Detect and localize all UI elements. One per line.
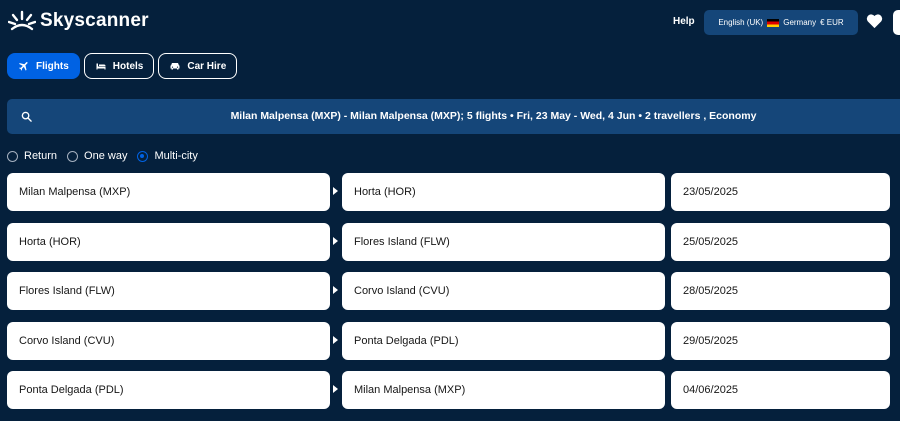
from-field[interactable]: Horta (HOR)	[7, 222, 330, 261]
bed-icon	[96, 63, 106, 70]
tab-label: Car Hire	[187, 60, 227, 72]
date-field[interactable]: 25/05/2025	[671, 222, 890, 261]
radio-one-way[interactable]: One way	[67, 150, 127, 162]
search-summary-text: Milan Malpensa (MXP) - Milan Malpensa (M…	[230, 110, 757, 122]
brand-name: Skyscanner	[40, 10, 149, 31]
from-field[interactable]: Flores Island (FLW)	[7, 272, 330, 310]
date-field[interactable]: 23/05/2025	[671, 173, 890, 211]
from-field[interactable]: Ponta Delgada (PDL)	[7, 371, 330, 409]
tab-label: Hotels	[112, 60, 144, 72]
date-field[interactable]: 04/06/2025	[671, 371, 890, 409]
radio-label: Multi-city	[154, 150, 198, 162]
country-label: Germany	[783, 18, 817, 27]
to-field[interactable]: Milan Malpensa (MXP)	[342, 371, 665, 409]
radio-multi-city[interactable]: Multi-city	[137, 150, 198, 162]
tab-label: Flights	[36, 60, 69, 72]
heart-icon[interactable]	[866, 13, 883, 34]
top-header: Skyscanner Help English (UK) Germany € E…	[0, 0, 900, 45]
to-field[interactable]: Corvo Island (CVU)	[342, 272, 665, 310]
radio-return[interactable]: Return	[7, 150, 57, 162]
plane-icon	[19, 62, 28, 71]
multi-city-legs: Milan Malpensa (MXP) Horta (HOR) 23/05/2…	[7, 173, 900, 421]
vertical-tabs: Flights Hotels Car Hire	[7, 53, 238, 79]
radio-label: Return	[24, 150, 58, 162]
radio-indicator	[137, 150, 149, 162]
arrow-right-icon	[333, 286, 338, 294]
login-button[interactable]	[893, 10, 900, 35]
arrow-right-icon	[333, 385, 338, 393]
search-summary-bar[interactable]: Milan Malpensa (MXP) - Milan Malpensa (M…	[7, 99, 900, 134]
from-field[interactable]: Corvo Island (CVU)	[7, 321, 330, 360]
flight-leg-2: Horta (HOR) Flores Island (FLW) 25/05/20…	[7, 222, 900, 261]
car-icon	[170, 63, 180, 70]
trip-type-selector: Return One way Multi-city	[7, 150, 208, 162]
radio-indicator	[67, 150, 79, 162]
arrow-right-icon	[333, 335, 338, 344]
to-field[interactable]: Flores Island (FLW)	[342, 222, 665, 261]
to-field[interactable]: Ponta Delgada (PDL)	[342, 321, 665, 360]
flight-leg-4: Corvo Island (CVU) Ponta Delgada (PDL) 2…	[7, 321, 900, 360]
radio-label: One way	[84, 150, 128, 162]
flight-leg-5: Ponta Delgada (PDL) Milan Malpensa (MXP)…	[7, 371, 900, 409]
sunrise-logo-icon	[8, 10, 36, 31]
germany-flag-icon	[767, 18, 780, 27]
from-field[interactable]: Milan Malpensa (MXP)	[7, 173, 330, 211]
flight-leg-1: Milan Malpensa (MXP) Horta (HOR) 23/05/2…	[7, 173, 900, 211]
help-link[interactable]: Help	[673, 16, 695, 27]
to-field[interactable]: Horta (HOR)	[342, 173, 665, 211]
date-field[interactable]: 29/05/2025	[671, 321, 890, 360]
tab-flights[interactable]: Flights	[7, 53, 80, 79]
tab-hotels[interactable]: Hotels	[83, 53, 155, 79]
currency-label: € EUR	[820, 18, 844, 27]
flight-leg-3: Flores Island (FLW) Corvo Island (CVU) 2…	[7, 272, 900, 310]
language-label: English (UK)	[718, 18, 764, 27]
arrow-right-icon	[333, 187, 338, 195]
date-field[interactable]: 28/05/2025	[671, 272, 890, 310]
locale-selector[interactable]: English (UK) Germany € EUR	[704, 10, 858, 35]
radio-indicator	[7, 150, 18, 162]
arrow-right-icon	[333, 236, 338, 245]
skyscanner-logo[interactable]: Skyscanner	[8, 9, 149, 33]
tab-car-hire[interactable]: Car Hire	[158, 53, 238, 79]
